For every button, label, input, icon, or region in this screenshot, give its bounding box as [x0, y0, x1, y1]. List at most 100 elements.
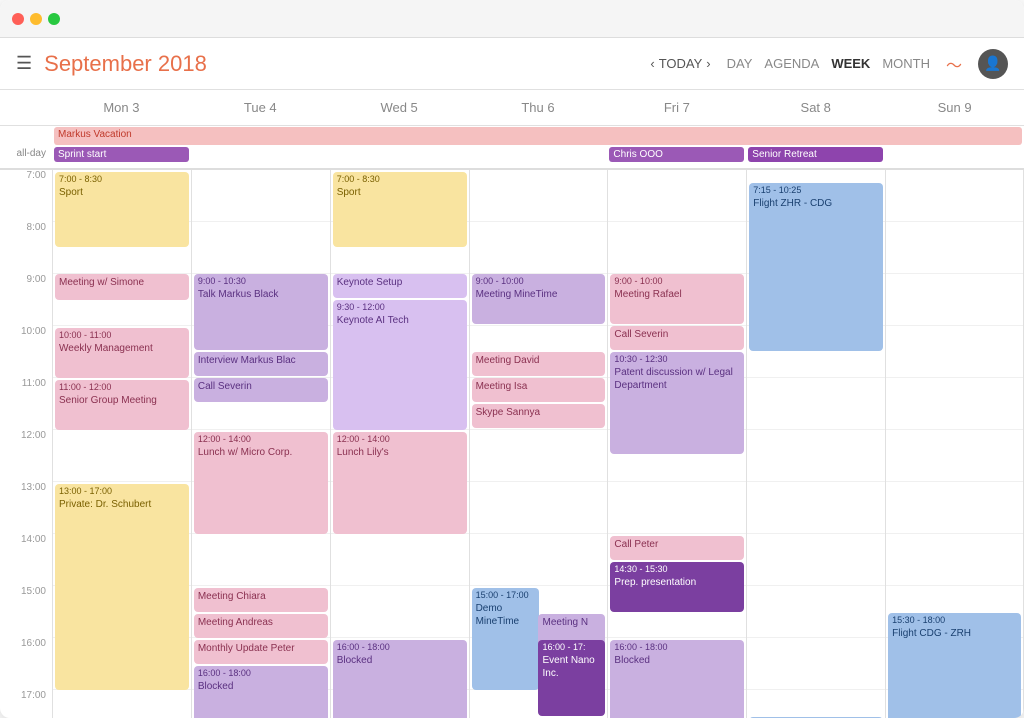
event-wed-keynote-setup[interactable]: Keynote Setup	[333, 274, 467, 298]
event-thu-mine[interactable]: 9:00 - 10:00 Meeting MineTime	[472, 274, 606, 324]
event-mon-weekly[interactable]: 10:00 - 11:00 Weekly Management	[55, 328, 189, 378]
corner-cell	[0, 90, 52, 125]
day-col-sun: 15:30 - 18:00 Flight CDG - ZRH	[885, 170, 1024, 718]
sun-h14	[886, 534, 1023, 586]
mon-h17	[53, 690, 191, 718]
time-label-15: 15:00	[0, 586, 52, 638]
wed-h15	[331, 586, 469, 638]
chris-ooo-event[interactable]: Chris OOO	[609, 147, 744, 162]
event-wed-sport[interactable]: 7:00 - 8:30 Sport	[333, 172, 467, 247]
month-label: September	[44, 51, 152, 76]
event-tue-blocked[interactable]: 16:00 - 18:00 Blocked	[194, 666, 328, 718]
event-fri-patent[interactable]: 10:30 - 12:30 Patent discussion w/ Legal…	[610, 352, 744, 454]
allday-sun	[885, 146, 1024, 168]
event-thu-skype[interactable]: Skype Sannya	[472, 404, 606, 428]
titlebar	[0, 0, 1024, 38]
today-button[interactable]: TODAY	[659, 56, 703, 71]
next-button[interactable]: ›	[706, 56, 710, 71]
time-label-7: 7:00	[0, 170, 52, 222]
sun-h12	[886, 430, 1023, 482]
event-mon-sport[interactable]: 7:00 - 8:30 Sport	[55, 172, 189, 247]
sat-h14	[747, 534, 885, 586]
event-mon-private[interactable]: 13:00 - 17:00 Private: Dr. Schubert	[55, 484, 189, 690]
time-label-11: 11:00	[0, 378, 52, 430]
event-sun-flight-zrh[interactable]: 15:30 - 18:00 Flight CDG - ZRH	[888, 613, 1021, 718]
tab-day[interactable]: DAY	[727, 56, 753, 71]
event-thu-david[interactable]: Meeting David	[472, 352, 606, 376]
tue-h7	[192, 170, 330, 222]
header-right: ‹ TODAY › DAY AGENDA WEEK MONTH 〜 👤	[650, 49, 1008, 79]
event-thu-demo[interactable]: 15:00 - 17:00 Demo MineTime	[472, 588, 539, 690]
prev-button[interactable]: ‹	[650, 56, 654, 71]
calendar: Mon 3 Tue 4 Wed 5 Thu 6 Fri 7 Sat 8 Sun …	[0, 90, 1024, 718]
trend-icon[interactable]: 〜	[946, 52, 962, 76]
time-label-9: 9:00	[0, 274, 52, 326]
user-avatar[interactable]: 👤	[978, 49, 1008, 79]
senior-retreat-event[interactable]: Senior Retreat	[748, 147, 883, 162]
event-thu-isa[interactable]: Meeting Isa	[472, 378, 606, 402]
event-wed-keynote-ai[interactable]: 9:30 - 12:00 Keynote AI Tech	[333, 300, 467, 430]
sun-h13	[886, 482, 1023, 534]
day-col-sat: 7:15 - 10:25 Flight ZHR - CDG 17:30 - 20…	[746, 170, 885, 718]
nav-arrows: ‹ TODAY ›	[650, 56, 710, 71]
day-columns: 7:00 - 8:30 Sport Meeting w/ Simone 10:0…	[52, 170, 1024, 718]
day-header-row: Mon 3 Tue 4 Wed 5 Thu 6 Fri 7 Sat 8 Sun …	[0, 90, 1024, 126]
header-left: ☰ September 2018	[16, 51, 650, 77]
fri-h13	[608, 482, 746, 534]
event-tue-interview[interactable]: Interview Markus Blac	[194, 352, 328, 376]
allday-markus-vacation[interactable]: Markus Vacation	[54, 127, 1022, 145]
event-mon-senior[interactable]: 11:00 - 12:00 Senior Group Meeting	[55, 380, 189, 430]
month-title: September 2018	[44, 51, 207, 77]
event-tue-callsev[interactable]: Call Severin	[194, 378, 328, 402]
event-tue-black[interactable]: 9:00 - 10:30 Talk Markus Black	[194, 274, 328, 350]
day-col-thu: 9:00 - 10:00 Meeting MineTime Meeting Da…	[469, 170, 608, 718]
view-tabs: DAY AGENDA WEEK MONTH	[727, 56, 930, 71]
maximize-button[interactable]	[48, 13, 60, 25]
day-col-mon: 7:00 - 8:30 Sport Meeting w/ Simone 10:0…	[52, 170, 191, 718]
event-fri-callpeter[interactable]: Call Peter	[610, 536, 744, 560]
day-header-thu: Thu 6	[469, 90, 608, 125]
event-fri-blocked[interactable]: 16:00 - 18:00 Blocked	[610, 640, 744, 718]
minimize-button[interactable]	[30, 13, 42, 25]
allday-section: Markus Vacation all-day Sprint start Chr…	[0, 126, 1024, 170]
menu-button[interactable]: ☰	[16, 53, 32, 74]
event-wed-lunch[interactable]: 12:00 - 14:00 Lunch Lily's	[333, 432, 467, 534]
event-wed-blocked[interactable]: 16:00 - 18:00 Blocked	[333, 640, 467, 718]
tab-month[interactable]: MONTH	[882, 56, 930, 71]
event-fri-callsev[interactable]: Call Severin	[610, 326, 744, 350]
sun-h11	[886, 378, 1023, 430]
sat-h12	[747, 430, 885, 482]
time-label-14: 14:00	[0, 534, 52, 586]
event-tue-monthly[interactable]: Monthly Update Peter	[194, 640, 328, 664]
tab-agenda[interactable]: AGENDA	[764, 56, 819, 71]
sun-h8	[886, 222, 1023, 274]
event-sat-flight-cdg[interactable]: 7:15 - 10:25 Flight ZHR - CDG	[749, 183, 883, 351]
sprint-start-event[interactable]: Sprint start	[54, 147, 189, 162]
allday-thu	[469, 146, 608, 168]
allday-label	[0, 126, 52, 146]
event-thu-nano[interactable]: 16:00 - 17: Event Nano Inc.	[538, 640, 605, 716]
time-grid: 7:00 8:00 9:00 10:00 11:00 12:00 13:00 1…	[0, 170, 1024, 718]
tue-h8	[192, 222, 330, 274]
sat-h15	[747, 586, 885, 638]
event-mon-simone[interactable]: Meeting w/ Simone	[55, 274, 189, 300]
time-label-17: 17:00	[0, 690, 52, 718]
event-fri-rafael[interactable]: 9:00 - 10:00 Meeting Rafael	[610, 274, 744, 324]
time-label-16: 16:00	[0, 638, 52, 690]
day-header-mon: Mon 3	[52, 90, 191, 125]
tue-h14	[192, 534, 330, 586]
close-button[interactable]	[12, 13, 24, 25]
day-header-wed: Wed 5	[330, 90, 469, 125]
tab-week[interactable]: WEEK	[831, 56, 870, 71]
event-tue-chiara[interactable]: Meeting Chiara	[194, 588, 328, 612]
allday-wed	[330, 146, 469, 168]
event-tue-lunch[interactable]: 12:00 - 14:00 Lunch w/ Micro Corp.	[194, 432, 328, 534]
event-tue-andreas[interactable]: Meeting Andreas	[194, 614, 328, 638]
sat-h17	[747, 690, 885, 718]
thu-h7	[470, 170, 608, 222]
year-label: 2018	[158, 51, 207, 76]
day-col-fri: 9:00 - 10:00 Meeting Rafael Call Severin…	[607, 170, 746, 718]
fri-h7	[608, 170, 746, 222]
day-header-sat: Sat 8	[746, 90, 885, 125]
event-fri-prep[interactable]: 14:30 - 15:30 Prep. presentation	[610, 562, 744, 612]
